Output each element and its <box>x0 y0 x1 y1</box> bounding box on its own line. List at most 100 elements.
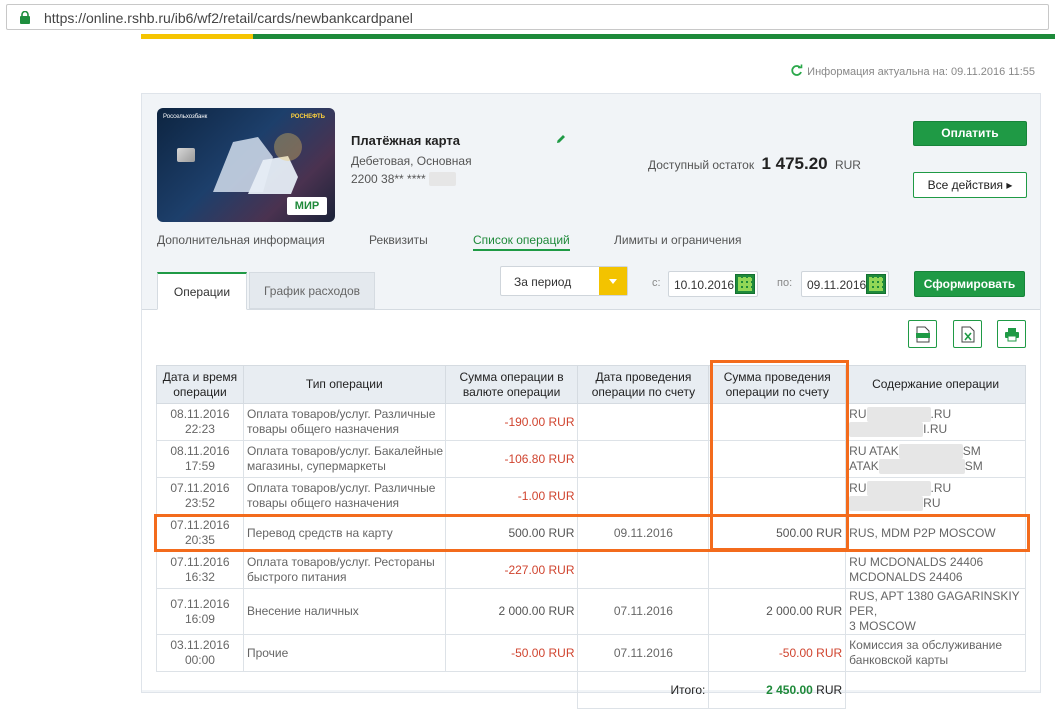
table-row[interactable]: 08.11.2016 22:23 Оплата товаров/услуг. Раз… <box>156 403 1026 441</box>
masked-text: x <box>849 422 924 437</box>
cell-description: RUS, APT 1380 GAGARINSKIY PER, 3 MOSCOW <box>845 588 1026 635</box>
header-yellow-accent <box>141 34 253 39</box>
period-select[interactable]: За период <box>500 266 628 296</box>
cell-post-date: 09.11.2016 <box>577 514 710 552</box>
date-from-input[interactable]: 10.10.2016 <box>668 271 758 297</box>
cell-post-amount: 500.00 RUR <box>708 514 847 552</box>
chip-icon <box>177 148 195 162</box>
to-label: по: <box>777 277 793 289</box>
cell-date: 08.11.2016 22:23 <box>156 403 244 441</box>
subnav-limits[interactable]: Лимиты и ограничения <box>614 233 742 247</box>
cell-post-amount <box>708 403 847 441</box>
card-image: Россельхозбанк РОСНЕФТЬ МИР <box>157 108 335 222</box>
masked-digits: 0000 <box>429 172 456 186</box>
polar-bears-illustration <box>213 133 302 194</box>
cell-description: RU ATAKxSMATAKxSM <box>845 440 1026 478</box>
subnav-requisites[interactable]: Реквизиты <box>369 233 428 247</box>
export-pdf-button[interactable] <box>908 320 937 348</box>
subnav-additional-info[interactable]: Дополнительная информация <box>157 233 325 247</box>
col-header-date[interactable]: Дата и время операции <box>156 365 244 404</box>
cell-post-date: 07.11.2016 <box>577 634 710 672</box>
cell-description: RUx.RUxRU <box>845 477 1026 515</box>
col-header-amount[interactable]: Сумма операции в валюте операции <box>444 365 579 404</box>
header-green-line <box>141 34 1055 39</box>
card-subtitle: Дебетовая, Основная <box>351 154 472 168</box>
table-header-row: Дата и время операции Тип операции Сумма… <box>156 365 1026 404</box>
col-header-description[interactable]: Содержание операции <box>845 365 1026 404</box>
calendar-icon[interactable] <box>735 274 755 294</box>
col-header-type[interactable]: Тип операции <box>242 365 446 404</box>
cell-post-amount <box>708 440 847 478</box>
url-field[interactable]: https://online.rshb.ru/ib6/wf2/retail/ca… <box>6 4 1049 30</box>
table-row[interactable]: 08.11.2016 17:59 Оплата товаров/услуг. Бак… <box>156 440 1026 478</box>
cell-date: 07.11.2016 23:52 <box>156 477 244 515</box>
cell-date: 07.11.2016 16:32 <box>156 551 244 589</box>
table-row[interactable]: 03.11.2016 00:00 Прочие -50.00 RUR 07.11.201… <box>156 634 1026 672</box>
excel-icon <box>961 326 975 343</box>
pdf-icon <box>916 326 930 343</box>
mir-logo: МИР <box>287 197 327 215</box>
table-row[interactable]: 07.11.2016 16:09 Внесение наличных 2 000.00… <box>156 588 1026 635</box>
chevron-down-icon[interactable] <box>599 267 627 295</box>
cell-type: Оплата товаров/услуг. Различные товары о… <box>242 403 446 441</box>
table-row[interactable]: 07.11.2016 23:52 Оплата товаров/услуг. Раз… <box>156 477 1026 515</box>
generate-button[interactable]: Сформировать <box>914 271 1025 297</box>
browser-address-bar: https://online.rshb.ru/ib6/wf2/retail/ca… <box>0 0 1055 34</box>
cell-amount: -227.00 RUR <box>444 551 579 589</box>
tab-spending-chart[interactable]: График расходов <box>249 272 375 309</box>
cell-description: Комиссия за обслуживание банковской карты <box>845 634 1026 672</box>
cell-date: 07.11.2016 20:35 <box>156 514 244 552</box>
subnav-operations-list[interactable]: Список операций <box>473 233 570 251</box>
total-value: 2 450.00 RUR <box>708 671 847 709</box>
cell-amount: -50.00 RUR <box>444 634 579 672</box>
cell-post-date <box>577 440 710 478</box>
table-row[interactable]: 07.11.2016 16:32 Оплата товаров/услуг. Рес… <box>156 551 1026 589</box>
masked-text: x <box>878 459 965 474</box>
export-excel-button[interactable] <box>953 320 982 348</box>
balance-currency: RUR <box>834 158 861 172</box>
date-to-input[interactable]: 09.11.2016 <box>801 271 889 297</box>
card-number: 2200 38** **** 0000 <box>351 172 456 186</box>
calendar-icon[interactable] <box>866 274 886 294</box>
cell-date: 08.11.2016 17:59 <box>156 440 244 478</box>
cell-post-amount <box>708 551 847 589</box>
masked-text: x <box>866 481 931 496</box>
table-row[interactable]: 07.11.2016 20:35 Перевод средств на карту 5… <box>156 514 1026 552</box>
cell-post-date <box>577 477 710 515</box>
cell-post-amount <box>708 477 847 515</box>
cell-date: 07.11.2016 16:09 <box>156 588 244 635</box>
card-title: Платёжная карта <box>351 133 461 148</box>
balance-label: Доступный остаток <box>648 158 755 172</box>
col-header-post-amount[interactable]: Сумма проведения операции по счету <box>708 365 847 404</box>
printer-icon <box>1005 328 1019 342</box>
balance: Доступный остаток 1 475.20 RUR <box>648 154 861 174</box>
all-actions-button[interactable]: Все действия ▸ <box>913 172 1027 198</box>
masked-text: x <box>849 496 924 511</box>
cell-amount: 2 000.00 RUR <box>444 588 579 635</box>
print-button[interactable] <box>997 320 1026 348</box>
cell-amount: -106.80 RUR <box>444 440 579 478</box>
period-value: За период <box>514 275 572 289</box>
bank-logo: Россельхозбанк <box>163 114 208 120</box>
partner-logo: РОСНЕФТЬ <box>290 114 325 120</box>
lock-icon <box>20 11 30 24</box>
info-actual: Информация актуальна на: 09.11.2016 11:5… <box>790 64 1035 78</box>
total-label: Итого: <box>577 671 710 709</box>
refresh-icon[interactable] <box>790 64 803 77</box>
cell-type: Перевод средств на карту <box>242 514 446 552</box>
cell-post-date <box>577 403 710 441</box>
url-text: https://online.rshb.ru/ib6/wf2/retail/ca… <box>44 10 413 26</box>
info-text: Информация актуальна на: 09.11.2016 11:5… <box>807 66 1035 78</box>
cell-type: Оплата товаров/услуг. Различные товары о… <box>242 477 446 515</box>
cell-type: Внесение наличных <box>242 588 446 635</box>
masked-text: x <box>866 407 931 422</box>
cell-type: Прочие <box>242 634 446 672</box>
tab-operations[interactable]: Операции <box>157 272 247 310</box>
balance-value: 1 475.20 <box>761 154 828 173</box>
cell-date: 03.11.2016 00:00 <box>156 634 244 672</box>
pay-button[interactable]: Оплатить <box>913 121 1027 146</box>
col-header-post-date[interactable]: Дата проведения операции по счету <box>577 365 710 404</box>
cell-description: RUS, MDM P2P MOSCOW <box>845 514 1026 552</box>
edit-pencil-icon[interactable] <box>555 133 567 145</box>
operations-table: Дата и время операции Тип операции Сумма… <box>156 365 1026 709</box>
